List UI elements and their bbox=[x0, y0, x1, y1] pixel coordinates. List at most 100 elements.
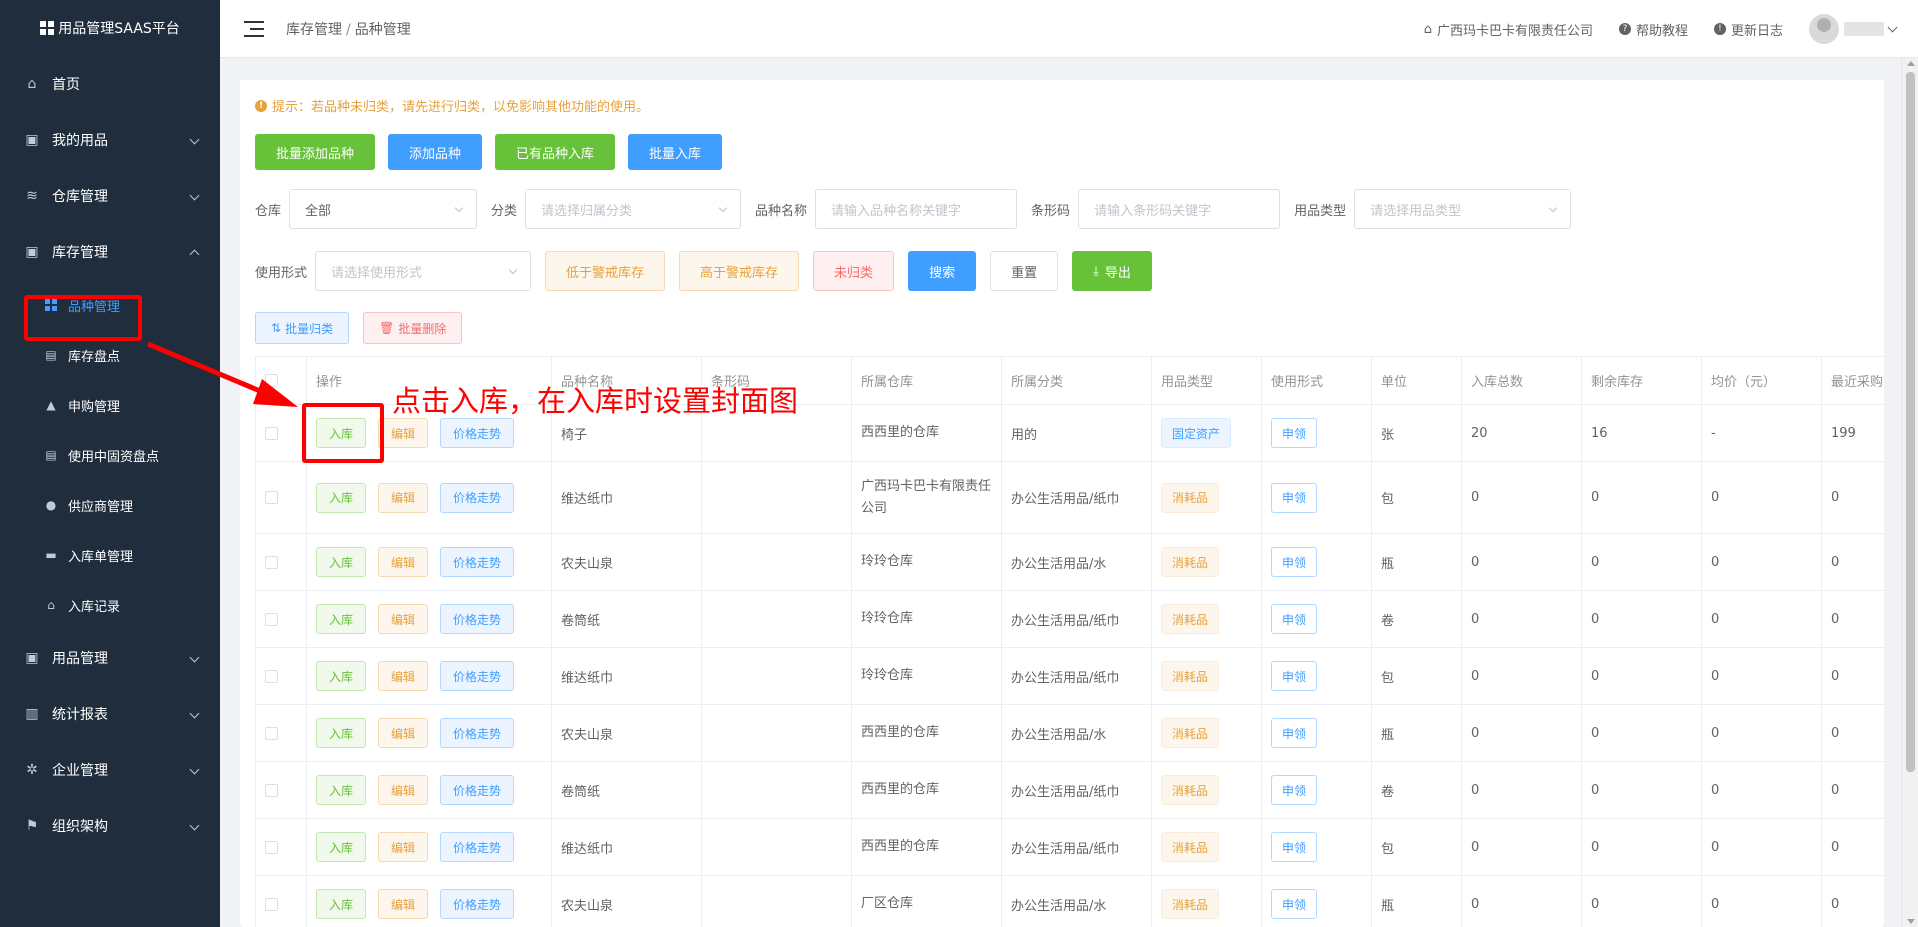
supply-type-select[interactable]: 请选择用品类型 bbox=[1354, 189, 1572, 229]
variety-name-input[interactable]: 请输入品种名称关键字 bbox=[815, 189, 1018, 229]
sub-item-stock-in-record[interactable]: ⌂ 入库记录 bbox=[0, 580, 220, 630]
menu-label: 企业管理 bbox=[52, 763, 108, 779]
cell-total: 0 bbox=[1461, 704, 1582, 762]
row-checkbox[interactable] bbox=[265, 840, 278, 854]
menu-item-home[interactable]: ⌂ 首页 bbox=[0, 56, 220, 112]
reset-button[interactable]: 重置 bbox=[990, 251, 1059, 291]
row-checkbox[interactable] bbox=[265, 669, 278, 683]
row-checkbox[interactable] bbox=[265, 783, 278, 797]
variety-name-placeholder: 请输入品种名称关键字 bbox=[831, 203, 962, 219]
price-trend-button[interactable]: 价格走势 bbox=[440, 661, 515, 691]
batch-stock-in-button[interactable]: 批量入库 bbox=[628, 134, 723, 170]
scroll-up-arrow-icon[interactable] bbox=[1907, 61, 1915, 66]
cell-avg: 0 bbox=[1701, 533, 1822, 591]
cell-category: 办公生活用品/纸巾 bbox=[1001, 461, 1152, 534]
page-scrollbar[interactable] bbox=[1901, 58, 1918, 927]
batch-add-variety-button[interactable]: 批量添加品种 bbox=[255, 134, 376, 170]
usage-form-tag: 申领 bbox=[1271, 832, 1318, 862]
cell-barcode bbox=[701, 590, 852, 648]
unclassified-button[interactable]: 未归类 bbox=[813, 251, 895, 291]
row-checkbox[interactable] bbox=[265, 491, 278, 504]
column-header: 用品类型 bbox=[1151, 356, 1262, 405]
row-checkbox[interactable] bbox=[265, 555, 278, 569]
edit-button[interactable]: 编辑 bbox=[378, 832, 429, 862]
scrollbar-thumb[interactable] bbox=[1906, 72, 1915, 772]
price-trend-button[interactable]: 价格走势 bbox=[440, 482, 515, 513]
edit-button[interactable]: 编辑 bbox=[378, 418, 429, 448]
menu-item-my-supplies[interactable]: ▣ 我的用品 bbox=[0, 112, 220, 168]
edit-button[interactable]: 编辑 bbox=[378, 482, 429, 513]
stock-in-button[interactable]: 入库 bbox=[316, 889, 367, 919]
usage-form-select[interactable]: 请选择使用形式 bbox=[315, 251, 532, 291]
sub-item-supplier[interactable]: ● 供应商管理 bbox=[0, 480, 220, 530]
help-link[interactable]: ? 帮助教程 bbox=[1618, 20, 1688, 39]
row-checkbox[interactable] bbox=[265, 612, 278, 626]
category-placeholder: 请选择归属分类 bbox=[541, 203, 633, 219]
barcode-input[interactable]: 请输入条形码关键字 bbox=[1078, 189, 1281, 229]
row-checkbox[interactable] bbox=[265, 726, 278, 740]
breadcrumb-item[interactable]: 库存管理 bbox=[286, 22, 342, 38]
price-trend-button[interactable]: 价格走势 bbox=[440, 832, 515, 862]
cell-total: 0 bbox=[1461, 818, 1582, 876]
cell-total: 0 bbox=[1461, 461, 1582, 534]
actions-cell: 入库 编辑 价格走势 bbox=[306, 875, 552, 927]
cell-avg: 0 bbox=[1701, 461, 1822, 534]
edit-button[interactable]: 编辑 bbox=[378, 889, 429, 919]
menu-label: 仓库管理 bbox=[52, 189, 108, 205]
cell-barcode bbox=[701, 647, 852, 705]
add-variety-button[interactable]: 添加品种 bbox=[388, 134, 483, 170]
price-trend-button[interactable]: 价格走势 bbox=[440, 718, 515, 748]
cell-remain: 16 bbox=[1581, 404, 1702, 462]
select-all-checkbox[interactable] bbox=[265, 374, 278, 387]
cell-unit: 瓶 bbox=[1371, 533, 1462, 591]
edit-button[interactable]: 编辑 bbox=[378, 661, 429, 691]
menu-item-inventory[interactable]: ▣ 库存管理 bbox=[0, 224, 220, 280]
stock-in-button[interactable]: 入库 bbox=[316, 832, 367, 862]
price-trend-button[interactable]: 价格走势 bbox=[440, 604, 515, 634]
sub-item-stock-in-order[interactable]: ▬ 入库单管理 bbox=[0, 530, 220, 580]
menu-item-enterprise[interactable]: ✲ 企业管理 bbox=[0, 742, 220, 798]
row-checkbox[interactable] bbox=[265, 426, 278, 440]
price-trend-button[interactable]: 价格走势 bbox=[440, 889, 515, 919]
changelog-link[interactable]: ! 更新日志 bbox=[1713, 20, 1783, 39]
sub-item-fixed-asset-check[interactable]: ▤ 使用中固资盘点 bbox=[0, 430, 220, 480]
menu-item-reports[interactable]: ▥ 统计报表 bbox=[0, 686, 220, 742]
cell-name: 农夫山泉 bbox=[551, 875, 702, 927]
search-button[interactable]: 搜索 bbox=[908, 251, 977, 291]
edit-button[interactable]: 编辑 bbox=[378, 547, 429, 577]
stock-in-button[interactable]: 入库 bbox=[316, 661, 367, 691]
cell-remain: 0 bbox=[1581, 647, 1702, 705]
price-trend-button[interactable]: 价格走势 bbox=[440, 418, 515, 448]
edit-button[interactable]: 编辑 bbox=[378, 718, 429, 748]
company-link[interactable]: ⌂ 广西玛卡巴卡有限责任公司 bbox=[1424, 20, 1593, 39]
row-checkbox[interactable] bbox=[265, 897, 278, 911]
menu-item-organization[interactable]: ⚑ 组织架构 bbox=[0, 798, 220, 854]
warehouse-select[interactable]: 全部 bbox=[289, 189, 478, 229]
stock-in-button[interactable]: 入库 bbox=[316, 604, 367, 634]
menu-item-supplies[interactable]: ▣ 用品管理 bbox=[0, 630, 220, 686]
edit-button[interactable]: 编辑 bbox=[378, 775, 429, 805]
existing-variety-stock-in-button[interactable]: 已有品种入库 bbox=[495, 134, 616, 170]
batch-delete-button[interactable]: 🗑 批量删除 bbox=[363, 312, 463, 344]
user-menu[interactable] bbox=[1809, 14, 1898, 44]
table-row: 入库 编辑 价格走势 农夫山泉 西西里的仓库 办公生活用品/水 消耗品 申领瓶 0 0 0 0 bbox=[255, 704, 1884, 762]
above-alert-stock-button[interactable]: 高于警戒库存 bbox=[679, 251, 800, 291]
stock-in-button[interactable]: 入库 bbox=[316, 482, 367, 513]
below-alert-stock-button[interactable]: 低于警戒库存 bbox=[545, 251, 666, 291]
stock-in-button[interactable]: 入库 bbox=[316, 718, 367, 748]
scroll-down-arrow-icon[interactable] bbox=[1907, 919, 1915, 924]
stock-in-button[interactable]: 入库 bbox=[316, 547, 367, 577]
price-trend-button[interactable]: 价格走势 bbox=[440, 775, 515, 805]
sidebar: 用品管理SAAS平台 ⌂ 首页 ▣ 我的用品 ≋ 仓库管理 ▣ 库存管理 品种管… bbox=[0, 0, 220, 927]
stock-in-button[interactable]: 入库 bbox=[316, 775, 367, 805]
price-trend-button[interactable]: 价格走势 bbox=[440, 547, 515, 577]
chevron-up-icon bbox=[189, 249, 200, 260]
export-button[interactable]: ⤓ 导出 bbox=[1072, 251, 1152, 291]
cell-barcode bbox=[701, 818, 852, 876]
hamburger-icon[interactable] bbox=[244, 20, 264, 37]
menu-item-warehouse[interactable]: ≋ 仓库管理 bbox=[0, 168, 220, 224]
batch-classify-button[interactable]: ⇅ 批量归类 bbox=[255, 312, 350, 344]
edit-button[interactable]: 编辑 bbox=[378, 604, 429, 634]
sub-item-purchase[interactable]: ▲ 申购管理 bbox=[0, 380, 220, 430]
category-select[interactable]: 请选择归属分类 bbox=[525, 189, 742, 229]
